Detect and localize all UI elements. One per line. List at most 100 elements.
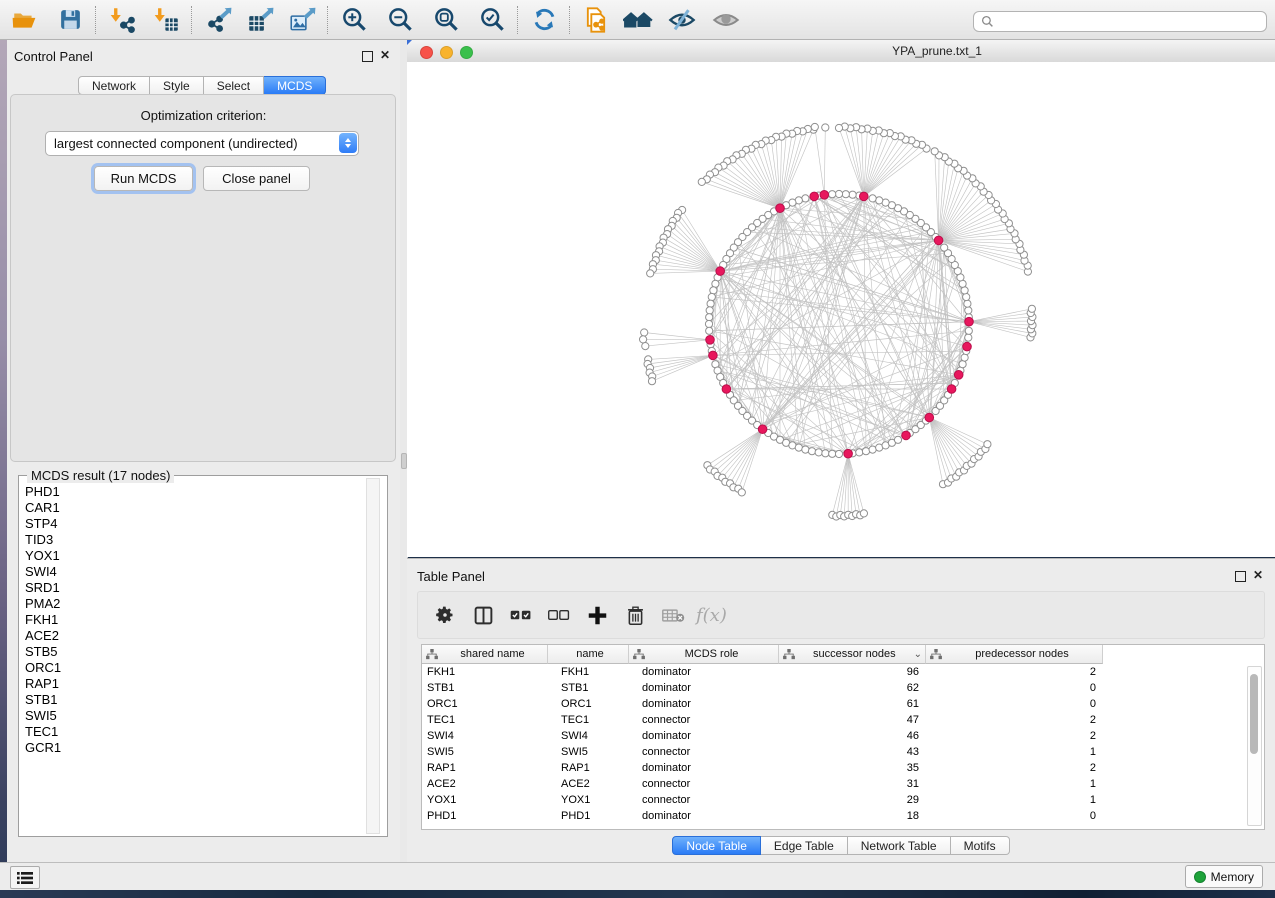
network-node[interactable] <box>698 178 705 185</box>
table-scrollbar-thumb[interactable] <box>1250 674 1258 754</box>
zoom-out-button[interactable] <box>382 4 418 36</box>
tab-style[interactable]: Style <box>150 76 204 95</box>
mcds-result-item[interactable]: YOX1 <box>25 548 365 564</box>
network-node[interactable] <box>802 195 809 202</box>
network-node[interactable] <box>795 444 802 451</box>
network-node[interactable] <box>642 343 649 350</box>
tab-network-table[interactable]: Network Table <box>848 836 951 855</box>
mcds-result-item[interactable]: SRD1 <box>25 580 365 596</box>
network-canvas[interactable] <box>407 62 1275 557</box>
table-settings-button[interactable] <box>426 597 464 633</box>
network-node[interactable] <box>647 270 654 277</box>
network-node[interactable] <box>829 450 836 457</box>
criterion-dropdown[interactable]: largest connected component (undirected) <box>45 131 359 156</box>
memory-button[interactable]: Memory <box>1185 865 1263 888</box>
network-hub-node[interactable] <box>722 385 731 394</box>
mcds-result-item[interactable]: STB5 <box>25 644 365 660</box>
network-hub-node[interactable] <box>820 191 829 200</box>
close-window-icon[interactable]: ✕ <box>1253 571 1263 580</box>
column-header-MCDS-role[interactable]: MCDS role <box>629 645 779 664</box>
network-node[interactable] <box>941 244 948 251</box>
network-node[interactable] <box>869 446 876 453</box>
result-list-scrollbar[interactable] <box>366 478 380 834</box>
maximize-traffic-light-icon[interactable] <box>460 46 473 59</box>
network-node[interactable] <box>862 448 869 455</box>
column-header-name[interactable]: name <box>548 645 629 664</box>
tab-edge-table[interactable]: Edge Table <box>761 836 848 855</box>
task-history-button[interactable] <box>10 866 40 889</box>
network-hub-node[interactable] <box>709 351 718 360</box>
network-node[interactable] <box>738 489 745 496</box>
zoom-fit-button[interactable] <box>428 4 464 36</box>
mcds-result-item[interactable]: SWI4 <box>25 564 365 580</box>
mcds-result-item[interactable]: STB1 <box>25 692 365 708</box>
network-node[interactable] <box>706 327 713 334</box>
network-node[interactable] <box>965 327 972 334</box>
zoom-in-button[interactable] <box>336 4 372 36</box>
splitter-collapse-arrow-icon[interactable] <box>407 40 412 45</box>
mcds-result-item[interactable]: SWI5 <box>25 708 365 724</box>
network-hub-node[interactable] <box>860 192 869 201</box>
network-node[interactable] <box>802 446 809 453</box>
network-node[interactable] <box>894 436 901 443</box>
column-header-shared-name[interactable]: shared name <box>422 645 548 664</box>
show-all-button[interactable] <box>620 4 656 36</box>
mcds-result-item[interactable]: RAP1 <box>25 676 365 692</box>
network-node[interactable] <box>710 287 717 294</box>
network-hub-node[interactable] <box>934 236 943 245</box>
network-from-selection-button[interactable] <box>578 4 614 36</box>
table-row[interactable]: PHD1PHD1dominator180 <box>422 808 1264 824</box>
network-node[interactable] <box>965 307 972 314</box>
minimize-traffic-light-icon[interactable] <box>440 46 453 59</box>
table-row[interactable]: RAP1RAP1dominator352 <box>422 760 1264 776</box>
network-hub-node[interactable] <box>706 336 715 345</box>
network-node[interactable] <box>808 448 815 455</box>
mcds-result-item[interactable]: CAR1 <box>25 500 365 516</box>
column-header-predecessor-nodes[interactable]: predecessor nodes <box>926 645 1103 664</box>
table-row[interactable]: TEC1TEC1connector472 <box>422 712 1264 728</box>
network-node[interactable] <box>829 191 836 198</box>
network-node[interactable] <box>963 293 970 300</box>
network-node[interactable] <box>965 334 972 341</box>
column-header-successor-nodes[interactable]: successor nodes⌄ <box>779 645 926 664</box>
table-row[interactable]: SWI5SWI5connector431 <box>422 744 1264 760</box>
network-node[interactable] <box>835 124 842 131</box>
table-row[interactable]: FKH1FKH1dominator962 <box>422 664 1264 680</box>
network-node[interactable] <box>931 148 938 155</box>
network-node[interactable] <box>876 197 883 204</box>
open-file-button[interactable] <box>6 4 42 36</box>
export-network-button[interactable] <box>200 4 236 36</box>
network-node[interactable] <box>712 280 719 287</box>
mcds-result-item[interactable]: PMA2 <box>25 596 365 612</box>
tab-select[interactable]: Select <box>204 76 264 95</box>
network-node[interactable] <box>640 336 647 343</box>
network-node[interactable] <box>860 510 867 517</box>
network-window-titlebar[interactable]: YPA_prune.txt_1 <box>407 40 1275 63</box>
network-hub-node[interactable] <box>716 267 725 276</box>
network-node[interactable] <box>869 195 876 202</box>
network-node[interactable] <box>822 124 829 131</box>
tab-motifs[interactable]: Motifs <box>951 836 1010 855</box>
network-node[interactable] <box>705 320 712 327</box>
run-mcds-button[interactable]: Run MCDS <box>94 166 193 191</box>
close-window-icon[interactable]: ✕ <box>380 51 390 60</box>
mcds-result-item[interactable]: STP4 <box>25 516 365 532</box>
mcds-result-item[interactable]: ORC1 <box>25 660 365 676</box>
network-node[interactable] <box>835 450 842 457</box>
mcds-result-item[interactable]: ACE2 <box>25 628 365 644</box>
network-hub-node[interactable] <box>902 431 911 440</box>
search-input[interactable] <box>998 14 1266 30</box>
close-traffic-light-icon[interactable] <box>420 46 433 59</box>
tab-node-table[interactable]: Node Table <box>672 836 761 855</box>
network-hub-node[interactable] <box>954 371 963 380</box>
network-node[interactable] <box>822 450 829 457</box>
export-table-button[interactable] <box>242 4 278 36</box>
delete-column-button[interactable] <box>616 597 654 633</box>
network-hub-node[interactable] <box>776 204 785 213</box>
show-graphics-details-button[interactable] <box>708 4 744 36</box>
network-node[interactable] <box>706 314 713 321</box>
network-node[interactable] <box>842 191 849 198</box>
close-panel-button[interactable]: Close panel <box>203 166 310 191</box>
table-row[interactable]: ORC1ORC1dominator610 <box>422 696 1264 712</box>
network-node[interactable] <box>811 123 818 130</box>
